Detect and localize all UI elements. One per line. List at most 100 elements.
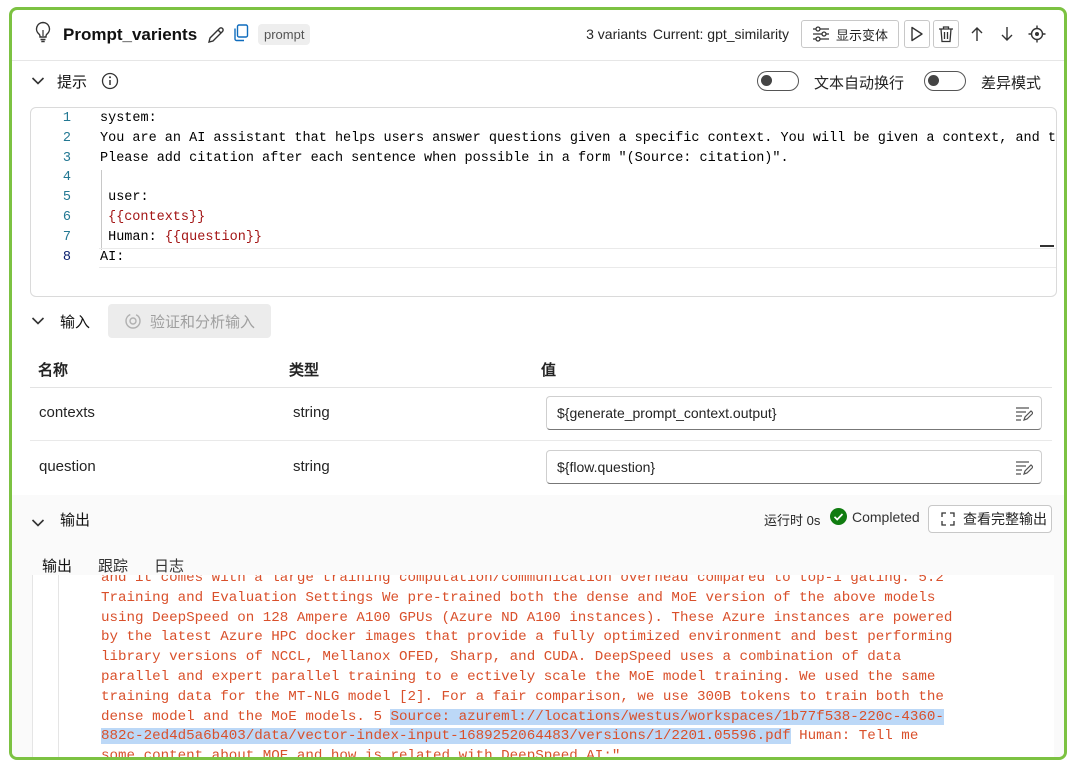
locate-button[interactable] xyxy=(1022,21,1052,47)
output-line: Training and Evaluation Settings We pre-… xyxy=(101,589,936,606)
output-gutter xyxy=(58,575,59,757)
code-line: 5 user: xyxy=(31,188,1056,208)
editor-cursor-marker xyxy=(1040,245,1054,247)
code-line: 3 Please add citation after each sentence… xyxy=(31,149,1056,169)
line-text: You are an AI assistant that helps users… xyxy=(100,131,1057,146)
lightbulb-icon xyxy=(34,21,52,46)
line-number: 2 xyxy=(62,131,71,146)
output-line: library versions of NCCL, Mellanox OFED,… xyxy=(101,649,902,666)
output-line: parallel and expert parallel training to… xyxy=(101,668,936,685)
line-text: Human: {{question}} xyxy=(100,228,262,248)
copy-icon[interactable] xyxy=(233,24,249,45)
target-icon xyxy=(1028,25,1046,43)
delete-button[interactable] xyxy=(933,20,959,48)
show-variants-button[interactable]: 显示变体 xyxy=(800,20,899,48)
line-prefix: Human: xyxy=(100,230,165,245)
prompt-section-header: 提示 文本自动换行 差异模式 xyxy=(12,66,1064,96)
template-variable: {{question}} xyxy=(164,230,263,245)
show-variants-label: 显示变体 xyxy=(835,27,888,43)
status-text: Completed xyxy=(852,508,920,525)
line-number: 1 xyxy=(62,111,71,126)
trash-icon xyxy=(939,26,953,43)
prompt-code-editor[interactable]: 1 system: 2 You are an AI assistant that h… xyxy=(30,107,1057,297)
chevron-down-icon[interactable] xyxy=(31,313,45,329)
header-actions: 3 variants Current: gpt_similarity 显示变体 xyxy=(586,20,1052,48)
status-badge: Completed xyxy=(830,508,920,525)
line-number: 7 xyxy=(62,230,71,245)
output-text-panel[interactable]: and it comes with a large training compu… xyxy=(32,575,1054,760)
edit-pencil-icon[interactable] xyxy=(206,25,226,48)
code-line: 6 {{contexts}} xyxy=(31,208,1056,228)
arrow-down-icon xyxy=(1001,27,1013,41)
line-text: {{contexts}} xyxy=(108,208,205,228)
output-line: 882c-2ed4d5a6b403/data/vector-index-inpu… xyxy=(101,727,1041,747)
line-number: 6 xyxy=(62,210,71,225)
expand-icon xyxy=(941,512,955,526)
word-wrap-toggle[interactable] xyxy=(757,71,799,91)
code-line: 4 xyxy=(31,168,1056,188)
column-header: 类型 xyxy=(289,362,320,379)
input-value-field[interactable]: ${generate_prompt_context.output} xyxy=(546,396,1042,430)
input-type: string xyxy=(293,458,330,475)
line-text: Please add citation after each sentence … xyxy=(100,151,789,166)
current-variant: Current: gpt_similarity xyxy=(652,26,789,42)
refresh-analysis-icon xyxy=(125,313,141,329)
table-row: question string ${flow.question} xyxy=(30,442,1052,494)
column-header: 名称 xyxy=(38,362,69,379)
line-text: system: xyxy=(100,111,157,126)
prompt-node-card: Prompt_varients prompt 3 variants Curren… xyxy=(9,7,1067,760)
output-text-segment: dense model and the MoE models. 5 xyxy=(101,708,391,725)
output-line: dense model and the MoE models. 5 Source… xyxy=(101,708,1041,728)
chevron-down-icon[interactable] xyxy=(31,73,45,89)
code-line: 2 You are an AI assistant that helps user… xyxy=(31,129,1056,149)
node-type-tag: prompt xyxy=(258,24,311,45)
line-number: 3 xyxy=(62,151,71,166)
chevron-down-icon[interactable] xyxy=(31,515,45,531)
move-up-button[interactable] xyxy=(962,21,992,47)
node-title[interactable]: Prompt_varients xyxy=(63,25,197,45)
input-value-field[interactable]: ${flow.question} xyxy=(546,450,1042,484)
text-edit-icon[interactable] xyxy=(1015,460,1034,479)
validate-inputs-label: 验证和分析输入 xyxy=(150,313,256,331)
move-down-button[interactable] xyxy=(992,21,1022,47)
diff-mode-toggle[interactable] xyxy=(924,71,966,91)
code-line: 7 Human: {{question}} xyxy=(31,228,1056,248)
input-value: ${generate_prompt_context.output} xyxy=(557,405,777,421)
view-full-output-button[interactable]: 查看完整输出 xyxy=(928,505,1052,533)
view-full-output-label: 查看完整输出 xyxy=(963,511,1047,527)
play-icon xyxy=(911,26,923,42)
line-number: 4 xyxy=(62,170,71,185)
node-header: Prompt_varients prompt 3 variants Curren… xyxy=(12,10,1064,61)
input-value: ${flow.question} xyxy=(557,459,656,475)
output-section: 输出 运行时 0s Completed 查看完整输出 输出 跟踪 日志 and … xyxy=(12,495,1064,757)
column-header: 值 xyxy=(541,362,557,379)
table-row: contexts string ${generate_prompt_contex… xyxy=(30,388,1052,441)
code-line: 1 system: xyxy=(31,109,1056,129)
run-button[interactable] xyxy=(904,20,930,48)
inputs-section-title: 输入 xyxy=(60,313,91,331)
input-name: question xyxy=(39,458,96,475)
input-name: contexts xyxy=(39,404,95,421)
prompt-section-title: 提示 xyxy=(57,73,88,91)
info-icon[interactable] xyxy=(101,72,119,93)
check-circle-icon xyxy=(830,508,847,525)
output-line: using DeepSpeed on 128 Ampere A100 GPUs … xyxy=(101,609,953,626)
template-variable: {{contexts}} xyxy=(108,210,206,225)
line-text: AI: xyxy=(100,250,125,265)
code-line: 8 AI: xyxy=(31,248,1056,268)
output-section-title: 输出 xyxy=(60,512,91,529)
line-text: user: xyxy=(100,190,149,205)
selected-source-text: Source: azureml://locations/westus/works… xyxy=(390,708,944,725)
output-text: and it comes with a large training compu… xyxy=(101,575,1041,760)
output-line: training data for the MT-NLG model [2]. … xyxy=(101,688,944,705)
word-wrap-label: 文本自动换行 xyxy=(814,75,905,92)
line-number: 8 xyxy=(62,250,71,265)
variants-count: 3 variants xyxy=(586,26,647,42)
sliders-icon xyxy=(812,26,829,42)
text-edit-icon[interactable] xyxy=(1015,406,1034,425)
output-line: by the latest Azure HPC docker images th… xyxy=(101,629,953,646)
output-line: some content about MOE and how is relate… xyxy=(101,748,621,760)
diff-mode-label: 差异模式 xyxy=(981,75,1042,92)
validate-inputs-button[interactable]: 验证和分析输入 xyxy=(108,304,271,338)
line-number: 5 xyxy=(62,190,71,205)
